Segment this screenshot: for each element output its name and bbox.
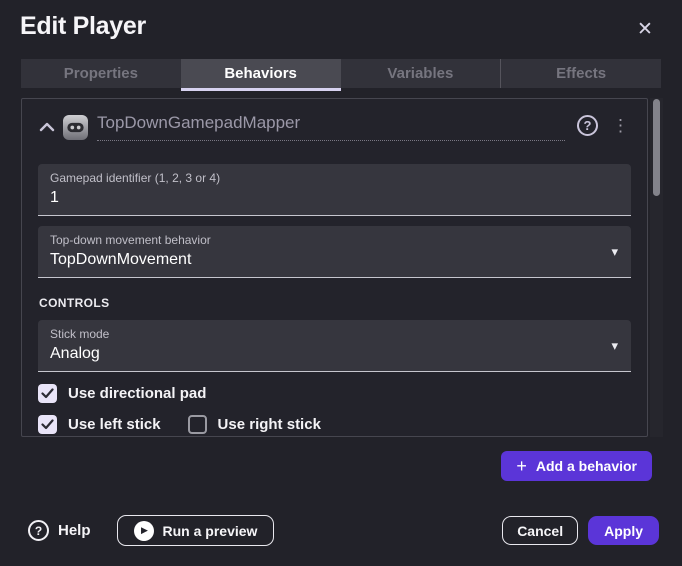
movement-behavior-value: TopDownMovement: [50, 251, 601, 269]
tab-properties[interactable]: Properties: [21, 59, 181, 88]
use-right-stick-option[interactable]: Use right stick: [188, 415, 321, 434]
gamepad-identifier-value: 1: [50, 189, 601, 207]
behavior-name-field[interactable]: TopDownGamepadMapper: [97, 113, 565, 141]
tab-variables[interactable]: Variables: [341, 59, 501, 88]
dropdown-caret-icon: ▾: [611, 244, 618, 260]
gamepad-behavior-icon: [63, 115, 88, 140]
help-circle-icon: ?: [28, 520, 49, 541]
stick-mode-value: Analog: [50, 345, 601, 363]
edit-player-dialog: Edit Player ✕ Properties Behaviors Varia…: [0, 0, 682, 566]
use-directional-pad-option[interactable]: Use directional pad: [38, 384, 206, 403]
use-left-stick-option[interactable]: Use left stick: [38, 415, 161, 434]
gamepad-identifier-field[interactable]: Gamepad identifier (1, 2, 3 or 4) 1: [38, 164, 631, 216]
use-right-stick-label: Use right stick: [218, 416, 321, 433]
apply-label: Apply: [604, 523, 643, 539]
scrollbar-thumb[interactable]: [653, 99, 660, 196]
help-link[interactable]: ? Help: [28, 520, 91, 541]
tab-effects[interactable]: Effects: [500, 59, 661, 88]
use-directional-pad-label: Use directional pad: [68, 385, 206, 402]
active-tab-underline: [181, 88, 341, 91]
checkbox-use-right-stick[interactable]: [188, 415, 207, 434]
tab-behaviors-label: Behaviors: [224, 65, 297, 82]
cancel-label: Cancel: [517, 523, 563, 539]
controls-section-heading: CONTROLS: [39, 296, 631, 310]
apply-button[interactable]: Apply: [588, 516, 659, 545]
run-preview-label: Run a preview: [163, 523, 258, 539]
check-icon: [41, 419, 54, 430]
cancel-button[interactable]: Cancel: [502, 516, 578, 545]
add-behavior-button[interactable]: + Add a behavior: [501, 451, 652, 481]
play-icon: ▶: [134, 521, 154, 541]
check-icon: [41, 388, 54, 399]
help-label: Help: [58, 522, 91, 539]
behaviors-panel: TopDownGamepadMapper ? ⋮ Gamepad identif…: [21, 98, 648, 437]
close-icon[interactable]: ✕: [632, 16, 658, 42]
chevron-up-icon[interactable]: [39, 122, 55, 132]
movement-behavior-label: Top-down movement behavior: [50, 233, 601, 247]
kebab-menu-icon[interactable]: ⋮: [608, 117, 633, 138]
run-preview-button[interactable]: ▶ Run a preview: [117, 515, 275, 546]
checkbox-use-left-stick[interactable]: [38, 415, 57, 434]
checkbox-use-directional-pad[interactable]: [38, 384, 57, 403]
movement-behavior-select[interactable]: Top-down movement behavior TopDownMoveme…: [38, 226, 631, 278]
stick-mode-label: Stick mode: [50, 327, 601, 341]
dropdown-caret-icon: ▾: [611, 338, 618, 354]
footer-actions: Cancel Apply: [502, 516, 659, 545]
checkbox-row-1: Use directional pad: [38, 384, 631, 403]
tab-behaviors[interactable]: Behaviors: [181, 59, 341, 88]
gamepad-identifier-label: Gamepad identifier (1, 2, 3 or 4): [50, 171, 601, 185]
dialog-footer: ? Help ▶ Run a preview Cancel Apply: [28, 515, 659, 546]
dialog-title: Edit Player: [20, 12, 146, 41]
checkbox-row-2: Use left stick Use right stick: [38, 415, 631, 434]
behavior-help-icon[interactable]: ?: [577, 115, 598, 136]
add-behavior-label: Add a behavior: [536, 458, 637, 474]
use-left-stick-label: Use left stick: [68, 416, 161, 433]
plus-icon: +: [516, 457, 527, 475]
stick-mode-select[interactable]: Stick mode Analog ▾: [38, 320, 631, 372]
tab-bar: Properties Behaviors Variables Effects: [21, 59, 661, 88]
behavior-accordion-header: TopDownGamepadMapper ? ⋮: [22, 99, 647, 141]
